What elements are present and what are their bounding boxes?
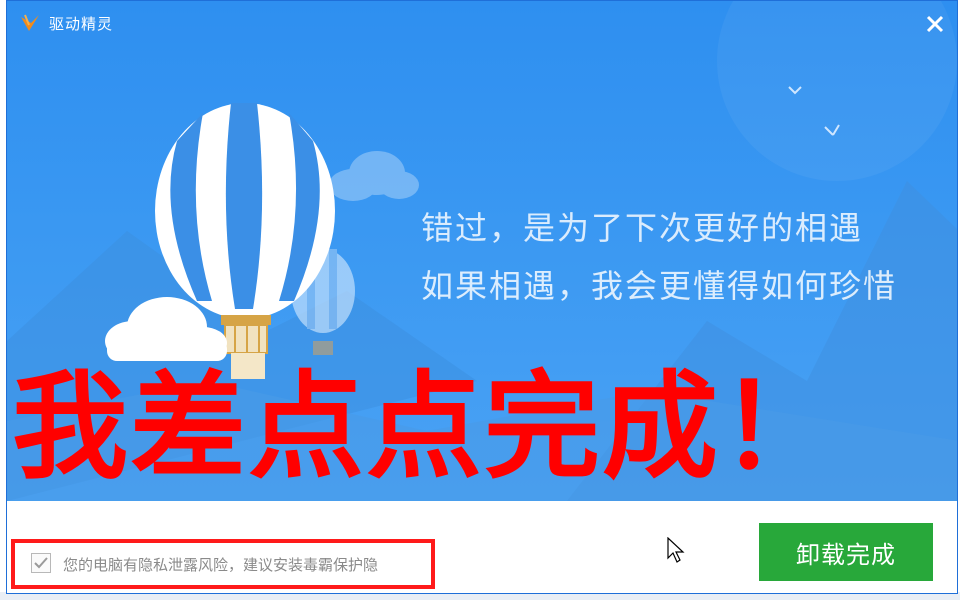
logo-icon: [21, 14, 39, 31]
app-title: 驱动精灵: [49, 15, 114, 33]
finish-uninstall-button[interactable]: 卸载完成: [759, 523, 933, 581]
checkmark-icon: [34, 557, 48, 569]
cloud-right: [329, 151, 419, 201]
dialog-footer: 您的电脑有隐私泄露风险，建议安装毒霸保护隐 卸载完成: [7, 501, 957, 593]
privacy-label[interactable]: 您的电脑有隐私泄露风险，建议安装毒霸保护隐: [63, 554, 378, 575]
slogan-line-2: 如果相遇，我会更懂得如何珍惜: [421, 267, 898, 305]
close-icon: [926, 15, 944, 33]
overlay-caption: 我差点点完成！: [12, 360, 838, 495]
mouse-cursor-icon: [667, 537, 685, 563]
title-bar: 驱动精灵: [7, 1, 957, 45]
privacy-checkbox[interactable]: [31, 553, 51, 573]
uninstall-dialog: 驱动精灵 错过，是为了下次更好的相遇 如果相遇，我会更懂得如何珍惜 您的电脑有隐…: [6, 0, 958, 594]
close-button[interactable]: [923, 13, 947, 37]
slogan-line-1: 错过，是为了下次更好的相遇: [421, 209, 864, 247]
